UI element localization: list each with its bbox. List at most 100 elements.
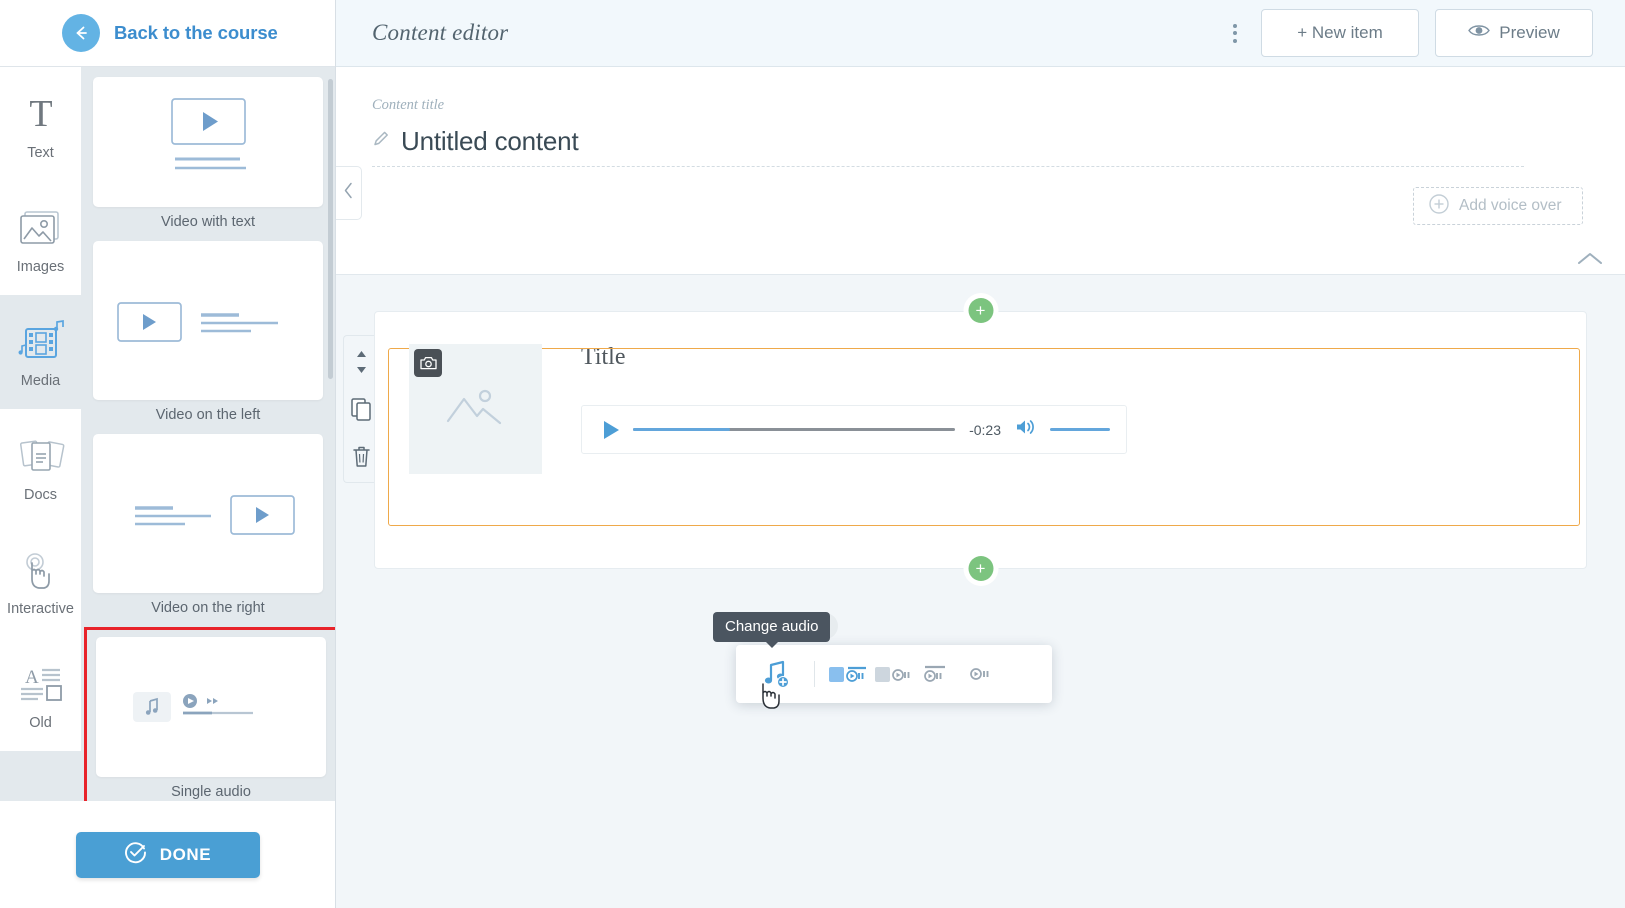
page-title: Content editor — [372, 20, 508, 46]
more-vertical-icon[interactable] — [1225, 24, 1245, 43]
new-item-label: + New item — [1297, 23, 1383, 43]
video-left-thumb — [93, 241, 323, 400]
trash-icon[interactable] — [352, 445, 371, 468]
arrow-left-icon — [62, 14, 100, 52]
template-video-on-the-left[interactable]: Video on the left — [81, 241, 335, 423]
content-title-underline — [372, 166, 1524, 167]
preview-label: Preview — [1499, 23, 1559, 43]
template-caption: Video with text — [93, 214, 323, 230]
sidebar-label-interactive: Interactive — [7, 601, 74, 617]
audio-row: Title -0:23 — [375, 330, 1586, 474]
audio-title[interactable]: Title — [581, 344, 1522, 371]
seek-bar[interactable] — [633, 428, 955, 431]
eye-icon — [1468, 23, 1490, 43]
template-caption: Video on the left — [93, 407, 323, 423]
old-layout-icon: A — [16, 657, 66, 713]
volume-icon[interactable] — [1015, 418, 1036, 441]
sidebar-label-images: Images — [17, 259, 65, 275]
sidebar-label-media: Media — [21, 373, 61, 389]
done-label: DONE — [160, 845, 212, 865]
panel-body: T Text Images — [0, 67, 335, 801]
video-with-text-thumb — [93, 77, 323, 207]
app-root: Back to the course T Text — [0, 0, 1625, 908]
chevron-left-icon — [343, 182, 354, 204]
template-single-audio[interactable]: Single audio — [84, 627, 335, 801]
done-bar: DONE — [0, 801, 335, 908]
sidebar-item-text[interactable]: T Text — [0, 67, 81, 181]
hand-tap-icon — [18, 543, 64, 599]
add-voice-over-button[interactable]: Add voice over — [1413, 187, 1583, 225]
template-list-scrollbar[interactable] — [328, 79, 333, 379]
add-voice-over-label: Add voice over — [1459, 197, 1562, 215]
layout-image-player-icon — [828, 662, 870, 686]
sidebar-item-media[interactable]: Media — [0, 295, 81, 409]
sidebar-label-text: Text — [27, 145, 54, 161]
content-title-row[interactable]: Untitled content — [372, 126, 1589, 157]
sidebar-item-interactive[interactable]: Interactive — [0, 523, 81, 637]
new-item-button[interactable]: + New item — [1261, 9, 1419, 57]
template-video-on-the-right[interactable]: Video on the right — [81, 434, 335, 616]
plus-label: + — [976, 302, 986, 319]
change-audio-tooltip: Change audio — [713, 612, 830, 642]
volume-bar[interactable] — [1050, 428, 1110, 431]
seek-fill — [633, 428, 730, 431]
camera-icon[interactable] — [414, 349, 442, 377]
documents-icon — [15, 429, 67, 485]
template-caption: Video on the right — [93, 600, 323, 616]
row-tools — [343, 335, 378, 483]
pencil-icon[interactable] — [372, 130, 390, 153]
content-title-block: Content title Untitled content — [336, 67, 1625, 274]
main-header: Content editor + New item Preview — [336, 0, 1625, 67]
video-right-thumb — [93, 434, 323, 593]
editor-canvas: + — [336, 274, 1625, 908]
audio-thumbnail[interactable] — [409, 344, 542, 474]
done-button[interactable]: DONE — [76, 832, 260, 878]
header-actions: + New item Preview — [1225, 9, 1593, 57]
toolbar-divider — [814, 661, 815, 687]
layout-player-only-button[interactable] — [964, 654, 1010, 694]
template-video-with-text[interactable]: Video with text — [81, 77, 335, 230]
audio-block-card[interactable]: Title -0:23 — [374, 311, 1587, 569]
category-rail: T Text Images — [0, 67, 81, 801]
plus-label: + — [976, 560, 986, 577]
images-stack-icon — [17, 201, 65, 257]
image-placeholder-icon — [444, 385, 508, 434]
mouse-cursor-pointer — [758, 681, 784, 716]
sidebar-item-old[interactable]: A Old — [0, 637, 81, 751]
sidebar-item-images[interactable]: Images — [0, 181, 81, 295]
copy-icon[interactable] — [351, 398, 372, 421]
add-block-below-button[interactable]: + — [968, 556, 993, 581]
template-caption: Single audio — [96, 784, 326, 800]
audio-details: Title -0:23 — [581, 344, 1586, 454]
add-block-above-button[interactable]: + — [968, 298, 993, 323]
plus-circle-icon — [1428, 193, 1450, 220]
text-t-icon: T — [20, 87, 62, 143]
svg-text:T: T — [29, 94, 52, 135]
layout-image-inline-icon — [874, 662, 916, 686]
back-to-course-bar[interactable]: Back to the course — [0, 0, 335, 67]
check-circle-icon — [124, 841, 147, 869]
content-block: + — [374, 311, 1587, 569]
sidebar-item-docs[interactable]: Docs — [0, 409, 81, 523]
back-to-course-label: Back to the course — [114, 22, 278, 44]
layout-player-title-icon — [923, 662, 959, 686]
template-list: Video with text Video on the left — [81, 67, 335, 801]
left-panel: Back to the course T Text — [0, 0, 336, 908]
main-area: Content editor + New item Preview — [336, 0, 1625, 908]
play-icon[interactable] — [604, 421, 619, 439]
move-up-down-icon[interactable] — [354, 350, 369, 374]
collapse-panel-button[interactable] — [336, 166, 362, 220]
single-audio-thumb — [96, 637, 326, 777]
svg-text:A: A — [25, 667, 39, 688]
content-title-value: Untitled content — [401, 126, 578, 157]
media-filmstrip-music-icon — [15, 315, 67, 371]
sidebar-label-docs: Docs — [24, 487, 57, 503]
collapse-block-button[interactable] — [1577, 251, 1603, 271]
layout-image-inline-player-button[interactable] — [872, 654, 918, 694]
audio-player: -0:23 — [581, 405, 1127, 454]
layout-image-left-player-right-button[interactable] — [826, 654, 872, 694]
content-title-label: Content title — [372, 97, 1589, 114]
preview-button[interactable]: Preview — [1435, 9, 1593, 57]
layout-player-with-title-button[interactable] — [918, 654, 964, 694]
time-remaining: -0:23 — [969, 422, 1001, 438]
